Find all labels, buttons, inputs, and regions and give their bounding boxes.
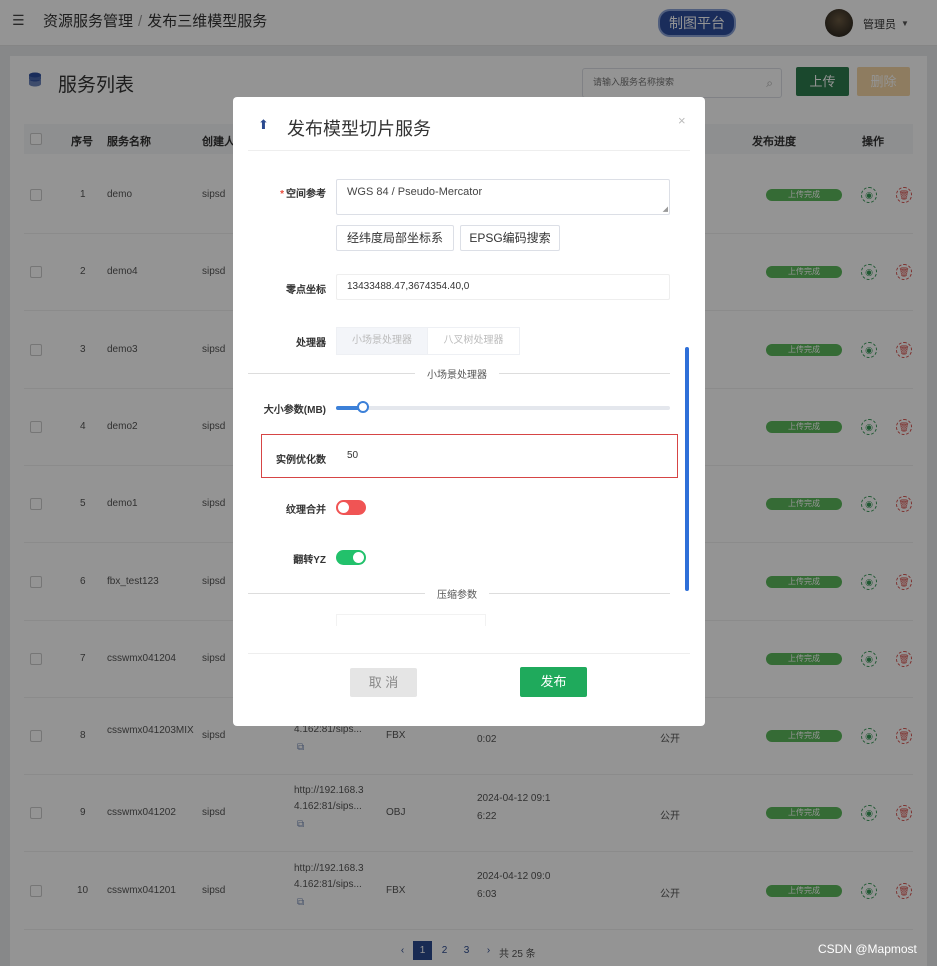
origin-label: 零点坐标 [286, 285, 326, 296]
flip-yz-label: 翻转YZ [293, 555, 326, 566]
section-title-compress: 压缩参数 [425, 586, 489, 601]
size-param-label: 大小参数(MB) [263, 405, 326, 416]
instance-opt-label: 实例优化数 [276, 455, 326, 466]
close-icon[interactable]: × [678, 113, 686, 128]
publish-model-dialog: ⬆ 发布模型切片服务 × * 空间参考 WGS 84 / Pseudo-Merca… [233, 97, 705, 726]
toggle-knob [338, 502, 349, 513]
section-title-small-scene: 小场景处理器 [415, 366, 499, 381]
spatial-ref-value: WGS 84 / Pseudo-Mercator [347, 186, 483, 198]
origin-input[interactable]: 13433488.47,3674354.40,0 [336, 274, 670, 300]
dialog-scrollbar[interactable] [685, 347, 689, 591]
texture-merge-label: 纹理合并 [286, 505, 326, 516]
upload-icon: ⬆ [258, 117, 269, 132]
resize-grip-icon[interactable]: ◢ [663, 205, 668, 213]
compress-field-partial[interactable] [336, 614, 486, 626]
toggle-knob [353, 552, 364, 563]
flip-yz-toggle[interactable] [336, 550, 366, 565]
spatial-ref-label: * 空间参考 [280, 189, 326, 200]
cancel-button[interactable]: 取 消 [350, 668, 417, 697]
local-crs-button[interactable]: 经纬度局部坐标系 [336, 225, 454, 251]
epsg-search-button[interactable]: EPSG编码搜索 [460, 225, 560, 251]
watermark: CSDN @Mapmost [818, 942, 917, 956]
dialog-title: 发布模型切片服务 [287, 119, 431, 139]
slider-thumb[interactable] [356, 401, 369, 413]
texture-merge-toggle[interactable] [336, 500, 366, 515]
instance-opt-input[interactable]: 50 [336, 443, 670, 469]
processor-option-small-scene[interactable]: 小场景处理器 [336, 327, 428, 355]
dialog-footer-divider [248, 653, 690, 654]
spatial-ref-textarea[interactable]: WGS 84 / Pseudo-Mercator ◢ [336, 179, 670, 215]
processor-label: 处理器 [296, 338, 326, 349]
publish-button[interactable]: 发布 [520, 667, 587, 697]
dialog-body[interactable]: * 空间参考 WGS 84 / Pseudo-Mercator ◢ 经纬度局部坐标… [233, 151, 705, 653]
size-param-slider[interactable] [336, 401, 670, 413]
processor-option-octree[interactable]: 八叉树处理器 [427, 327, 520, 355]
